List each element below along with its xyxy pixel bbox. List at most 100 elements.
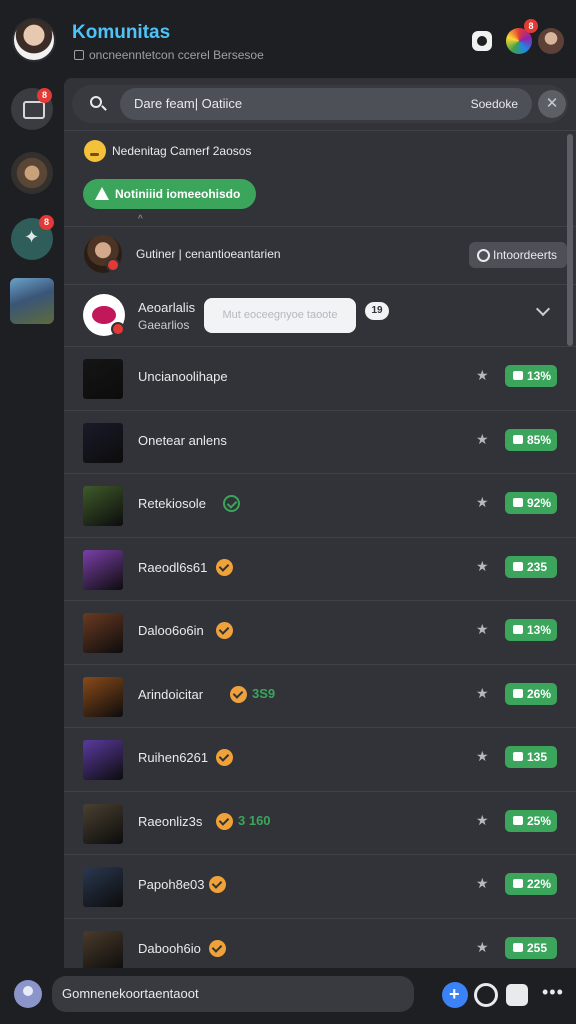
rating-badge: 235 bbox=[505, 555, 557, 578]
rating-badge: 13% bbox=[505, 365, 557, 387]
star-icon[interactable]: ★ bbox=[476, 367, 489, 384]
game-thumbnail bbox=[83, 803, 123, 844]
star-icon[interactable]: ★ bbox=[476, 685, 489, 702]
server-game-icon[interactable] bbox=[10, 278, 54, 324]
list-item[interactable]: Papoh8e03 ★ 22% bbox=[64, 855, 564, 918]
scrollbar[interactable] bbox=[567, 134, 573, 346]
verified-icon bbox=[216, 558, 233, 576]
game-extra-label: 3S9 bbox=[252, 685, 276, 701]
server-badge: 8 bbox=[39, 215, 54, 230]
list-item[interactable]: Uncianoolihape ★ 13% bbox=[64, 347, 564, 410]
star-icon[interactable]: ★ bbox=[476, 812, 489, 829]
member-action-button[interactable]: Intoordeerts bbox=[469, 242, 568, 268]
rating-badge: 25% bbox=[505, 809, 557, 832]
list-item[interactable]: Arindoicitar 3S9 ★ 26% bbox=[64, 665, 564, 728]
game-title: Retekiosole bbox=[138, 496, 206, 511]
game-extra-label: 3 160 bbox=[238, 812, 271, 828]
verified-icon bbox=[216, 812, 233, 830]
group-name: Aeoarlalis bbox=[138, 300, 196, 315]
main-panel: Dare feam| Oatiice Soedoke ✕ Nedenitag C… bbox=[64, 78, 576, 968]
game-thumbnail bbox=[83, 486, 123, 526]
rating-badge: 135 bbox=[505, 746, 557, 768]
list-item[interactable]: Onetear anlens ★ 85% bbox=[64, 411, 564, 474]
star-icon[interactable]: ★ bbox=[476, 748, 489, 765]
game-thumbnail bbox=[83, 359, 123, 399]
rating-badge: 13% bbox=[505, 619, 557, 641]
chevron-down-icon[interactable] bbox=[535, 301, 551, 317]
star-icon[interactable]: ★ bbox=[476, 875, 489, 892]
star-icon[interactable]: ★ bbox=[476, 939, 489, 956]
member-row[interactable]: Gutiner | cenantioeantarien Intoordeerts bbox=[64, 228, 576, 282]
list-item[interactable]: Daloo6o6in ★ 13% bbox=[64, 601, 564, 664]
tooltip: Mut eoceegnyoe taoote bbox=[204, 298, 356, 333]
user-avatar[interactable] bbox=[12, 18, 56, 62]
add-attachment-icon[interactable] bbox=[442, 982, 468, 1008]
collapse-caret-icon[interactable]: ^ bbox=[138, 214, 143, 225]
star-icon[interactable]: ★ bbox=[476, 558, 489, 575]
search-input[interactable]: Dare feam| Oatiice Soedoke bbox=[120, 88, 532, 120]
notice-row: Nedenitag Camerf 2aosos bbox=[64, 130, 576, 174]
status-badge bbox=[106, 258, 120, 272]
game-title: Uncianoolihape bbox=[138, 369, 228, 384]
list-item[interactable]: Raeodl6s61 ★ 235 bbox=[64, 538, 564, 601]
group-row[interactable]: Aeoarlalis Gaearlios Mut eoceegnyoe taoo… bbox=[64, 284, 576, 346]
message-composer: Gomnenekoortaentaoot ••• bbox=[0, 968, 576, 1024]
game-thumbnail bbox=[83, 930, 123, 968]
list-item[interactable]: Dabooh6io ★ 255 bbox=[64, 919, 564, 968]
game-title: Daloo6o6in bbox=[138, 623, 204, 638]
notice-text: Nedenitag Camerf 2aosos bbox=[112, 144, 252, 158]
list-item[interactable]: Ruihen6261 ★ 135 bbox=[64, 728, 564, 791]
calendar-icon bbox=[74, 50, 84, 60]
game-title: Papoh8e03 bbox=[138, 877, 205, 892]
profile-avatar[interactable] bbox=[538, 28, 564, 54]
status-badge bbox=[111, 322, 125, 336]
game-title: Onetear anlens bbox=[138, 432, 227, 448]
list-item[interactable]: Raeonliz3s 3 160 ★ 25% bbox=[64, 792, 564, 855]
group-subtitle: Gaearlios bbox=[138, 318, 190, 332]
server-avatar-2[interactable] bbox=[11, 152, 53, 194]
rating-badge: 22% bbox=[505, 873, 557, 895]
game-title: Dabooh6io bbox=[138, 940, 201, 956]
game-thumbnail bbox=[83, 867, 123, 907]
top-header: Komunitas oncneenntetcon ccerel Bersesoe… bbox=[0, 0, 576, 78]
game-title: Arindoicitar bbox=[138, 686, 204, 702]
star-icon[interactable]: ★ bbox=[476, 621, 489, 638]
count-badge: 19 bbox=[365, 302, 389, 320]
emoji-icon[interactable] bbox=[474, 983, 498, 1007]
verified-icon bbox=[230, 685, 247, 703]
list-item[interactable]: Retekiosole ★ 92% bbox=[64, 474, 564, 537]
bookmark-icon[interactable] bbox=[472, 31, 492, 51]
game-thumbnail bbox=[83, 422, 123, 463]
warning-icon bbox=[95, 187, 109, 200]
emoji-icon bbox=[84, 140, 106, 162]
star-icon[interactable]: ★ bbox=[476, 494, 489, 511]
verified-icon bbox=[223, 495, 240, 512]
verified-icon bbox=[216, 622, 233, 639]
notification-banner-button[interactable]: Notiniiid iomeeohisdo bbox=[83, 179, 257, 209]
verified-icon bbox=[209, 876, 226, 893]
game-thumbnail bbox=[83, 549, 123, 590]
star-icon[interactable]: ★ bbox=[476, 431, 489, 448]
sticker-icon[interactable] bbox=[506, 984, 528, 1006]
message-input[interactable]: Gomnenekoortaentaoot bbox=[52, 976, 414, 1012]
rating-badge: 85% bbox=[505, 428, 557, 451]
more-options-icon[interactable]: ••• bbox=[542, 982, 564, 1003]
game-thumbnail bbox=[83, 740, 123, 780]
server-badge: 8 bbox=[37, 88, 52, 103]
verified-icon bbox=[216, 749, 233, 766]
search-filter-label[interactable]: Soedoke bbox=[471, 88, 518, 120]
search-bar: Dare feam| Oatiice Soedoke ✕ bbox=[72, 85, 568, 123]
game-title: Raeonliz3s bbox=[138, 813, 203, 829]
search-icon[interactable] bbox=[90, 96, 102, 108]
rating-badge: 92% bbox=[505, 492, 557, 514]
divider bbox=[64, 226, 576, 227]
rating-badge: 255 bbox=[505, 936, 557, 959]
composer-avatar[interactable] bbox=[14, 980, 42, 1008]
page-subtitle: oncneenntetcon ccerel Bersesoe bbox=[74, 48, 264, 62]
game-title: Ruihen6261 bbox=[138, 750, 209, 765]
search-input-value: Dare feam| Oatiice bbox=[134, 96, 243, 111]
page-subtitle-text: oncneenntetcon ccerel Bersesoe bbox=[89, 48, 264, 62]
notification-badge: 8 bbox=[524, 19, 538, 33]
server-rail: 8 8 bbox=[0, 78, 64, 968]
close-icon[interactable]: ✕ bbox=[538, 90, 566, 118]
